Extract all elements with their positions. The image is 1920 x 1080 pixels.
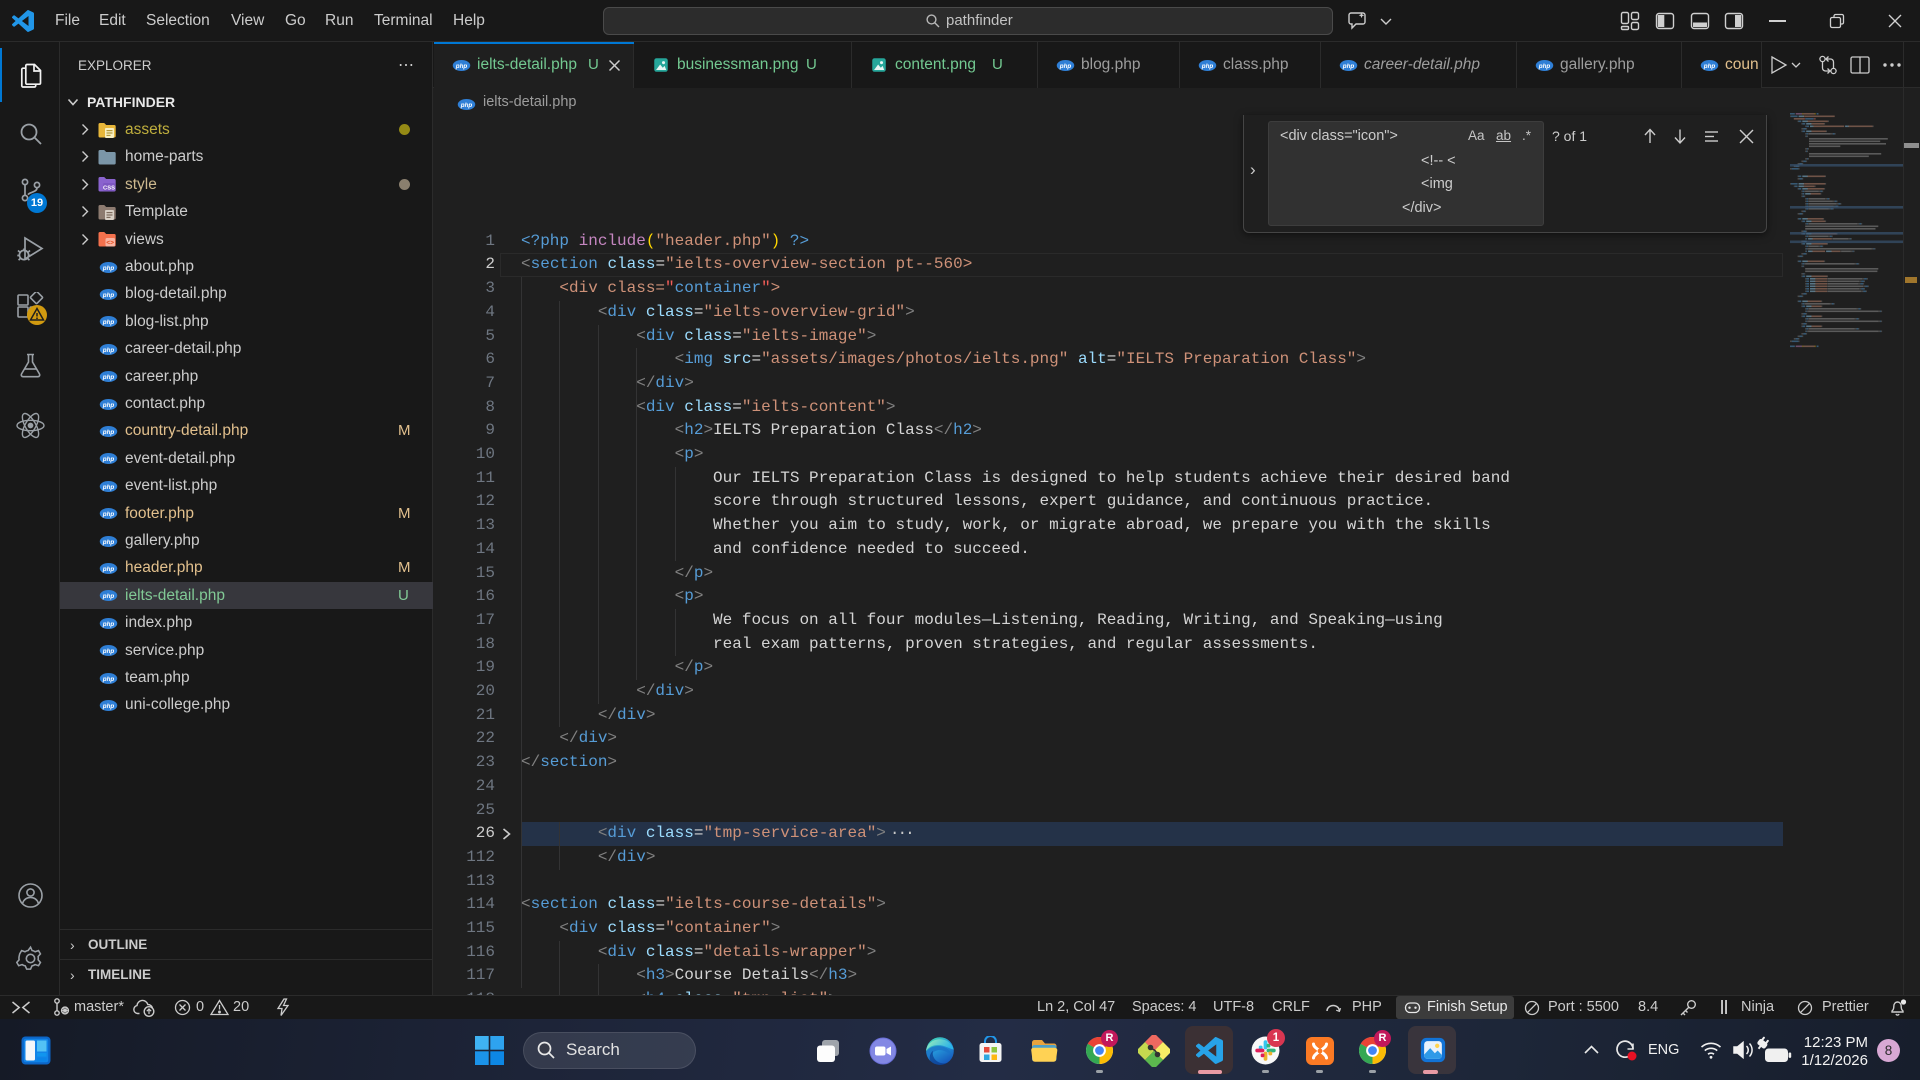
svg-text:php: php [102,347,115,354]
svg-text:php: php [102,593,115,600]
svg-text:php: php [455,63,468,70]
svg-text:php: php [1201,63,1214,70]
svg-text:php: php [1059,63,1072,70]
svg-text:php: php [102,703,115,710]
svg-text:php: php [102,621,115,628]
svg-text:php: php [102,402,115,409]
svg-text:php: php [102,648,115,655]
svg-text:php: php [102,265,115,272]
svg-text:php: php [102,429,115,436]
svg-text:CSS: CSS [103,186,115,192]
svg-text:php: php [102,566,115,573]
svg-text:php: php [1538,63,1551,70]
svg-text:php: php [102,511,115,518]
svg-text:php: php [102,456,115,463]
svg-text:php: php [102,292,115,299]
svg-text:php: php [102,676,115,683]
svg-text:php: php [102,484,115,491]
svg-text:php: php [1342,63,1355,70]
svg-text:php: php [102,374,115,381]
svg-text:<>: <> [106,240,114,247]
svg-text:php: php [460,102,473,109]
svg-text:php: php [102,319,115,326]
svg-text:php: php [1703,63,1716,70]
svg-text:php: php [102,539,115,546]
